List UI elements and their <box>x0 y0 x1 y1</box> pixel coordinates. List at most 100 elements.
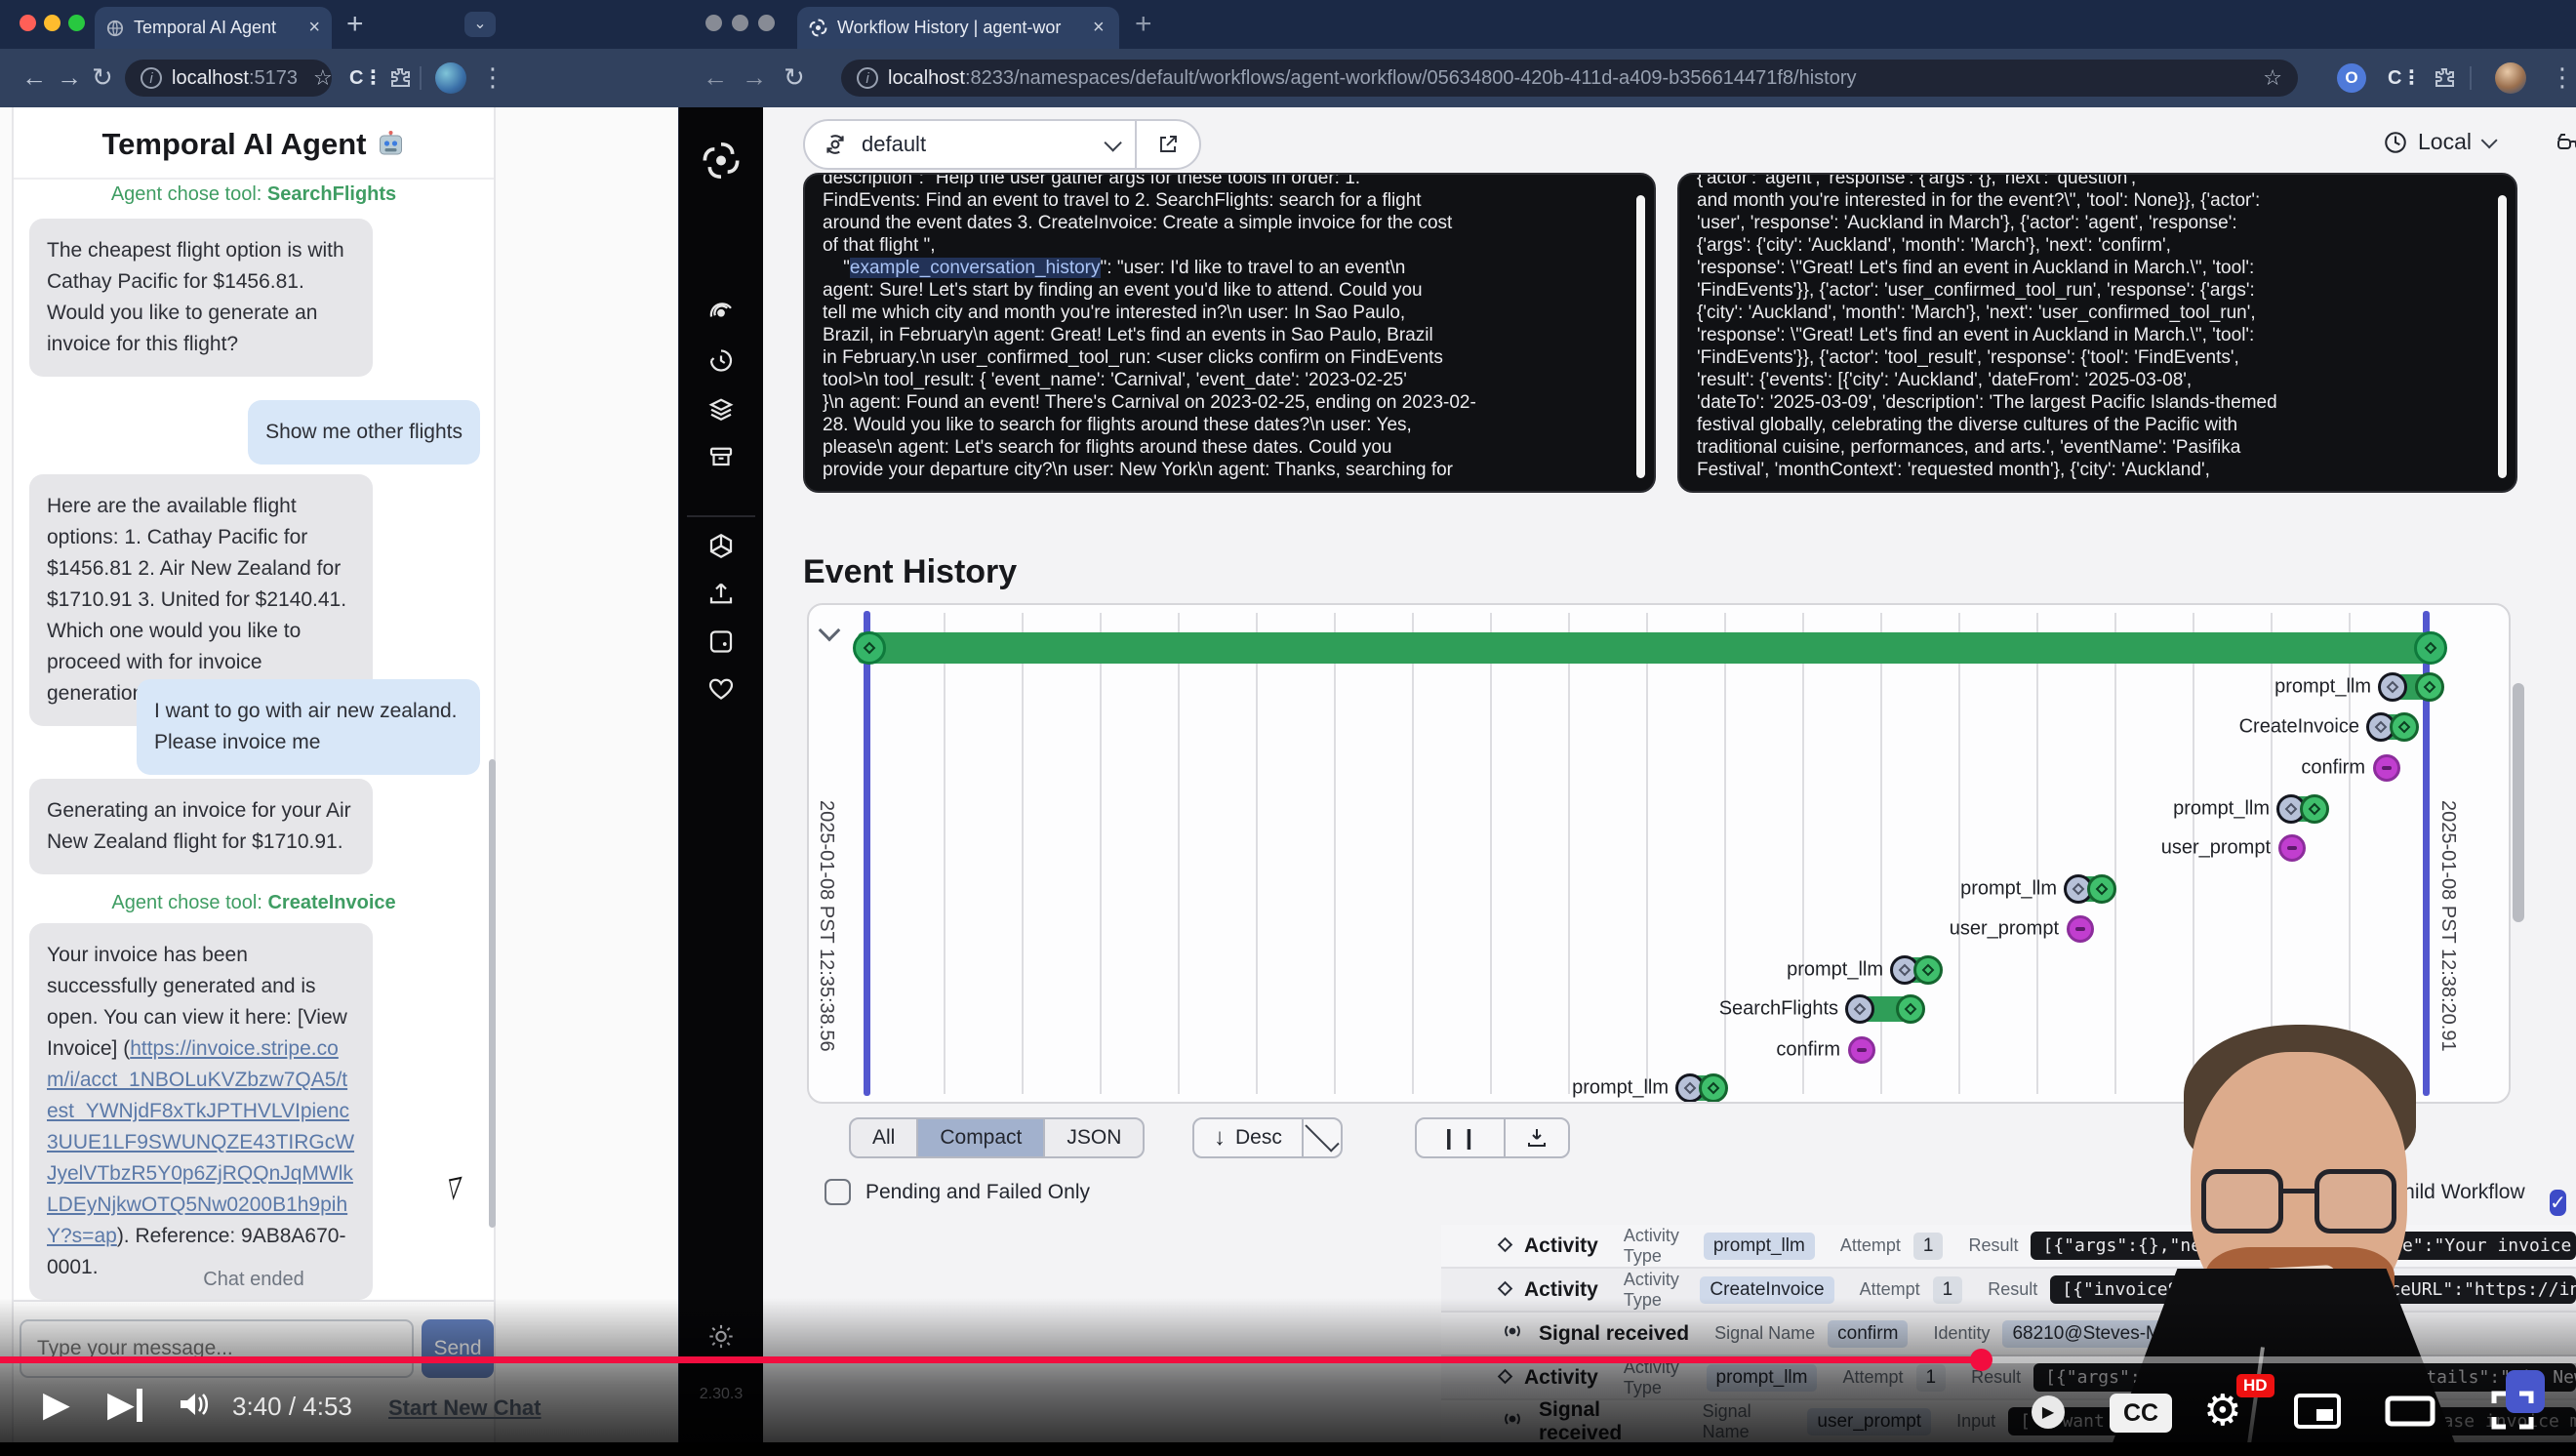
menu-kebab-icon[interactable]: ⋮ <box>480 64 505 90</box>
bookmark-star-icon[interactable]: ☆ <box>2263 65 2282 91</box>
tab-search-chevron[interactable]: ⌄ <box>464 12 496 37</box>
new-tab-button[interactable]: + <box>1135 10 1152 39</box>
new-tab-button[interactable]: + <box>346 10 364 39</box>
address-box[interactable]: i localhost:5173 ☆ <box>125 60 332 97</box>
view-mode-json[interactable]: JSON <box>1045 1119 1143 1156</box>
timeline-activity-completed-icon[interactable] <box>1699 1073 1728 1103</box>
timeline-activity-completed-icon[interactable] <box>2300 794 2329 824</box>
temporal-logo-icon[interactable] <box>702 142 741 185</box>
start-new-chat-link[interactable]: Start New Chat <box>388 1395 541 1421</box>
menu-kebab-icon[interactable]: ⋮ <box>2550 64 2575 90</box>
tab-temporal-ai-agent[interactable]: Temporal AI Agent × <box>95 7 332 49</box>
workflow-duration-bar[interactable] <box>858 632 2438 664</box>
pending-failed-checkbox[interactable] <box>825 1179 851 1205</box>
minimize-window-button[interactable] <box>44 15 60 31</box>
next-video-icon[interactable]: ▶ <box>107 1384 142 1425</box>
play-icon[interactable]: ▶ <box>43 1384 70 1425</box>
nav-workflows-icon[interactable] <box>706 298 736 332</box>
timeline-activity-completed-icon[interactable] <box>2390 712 2419 742</box>
timeline-event-label[interactable]: prompt_llm <box>1787 959 1883 982</box>
extension-c-icon[interactable]: C⋮ <box>2388 65 2421 90</box>
timeline-event-label[interactable]: user_prompt <box>1950 918 2059 941</box>
nav-stack-icon[interactable] <box>706 394 736 428</box>
timeline-signal-icon[interactable] <box>2067 915 2094 943</box>
volume-icon[interactable] <box>178 1388 213 1426</box>
checkbox-checked[interactable]: ✓ <box>2550 1190 2566 1216</box>
profile-avatar[interactable] <box>2495 62 2526 94</box>
collapse-chevron-icon[interactable] <box>819 620 841 642</box>
timeline-event-label[interactable]: prompt_llm <box>1960 878 2057 901</box>
chat-message-list[interactable]: Agent chose tool: SearchFlightsThe cheap… <box>14 180 494 1302</box>
nav-archive-icon[interactable] <box>706 443 736 477</box>
zoom-window-button-inactive[interactable] <box>758 15 775 31</box>
close-window-button-inactive[interactable] <box>705 15 722 31</box>
timezone-select[interactable]: Local <box>2383 129 2493 155</box>
site-info-icon[interactable]: i <box>141 67 162 89</box>
timeline-activity-scheduled-icon[interactable] <box>2378 672 2407 702</box>
timeline-activity-completed-icon[interactable] <box>1913 955 1943 985</box>
fullscreen-icon[interactable] <box>2490 1390 2535 1436</box>
site-info-icon[interactable]: i <box>857 67 878 89</box>
invoice-link[interactable]: https://invoice.stripe.com/i/acct_1NBOLu… <box>47 1037 354 1247</box>
profile-avatar[interactable] <box>435 62 466 94</box>
timeline-activity-scheduled-icon[interactable] <box>1845 994 1874 1024</box>
minimize-window-button-inactive[interactable] <box>732 15 748 31</box>
nav-docs-icon[interactable] <box>706 627 736 662</box>
timeline-signal-icon[interactable] <box>2278 834 2306 862</box>
labs-glasses-icon[interactable] <box>2556 129 2576 163</box>
captions-button[interactable]: CC <box>2110 1394 2172 1433</box>
open-namespace-button[interactable] <box>1137 133 1199 156</box>
tab-workflow-history[interactable]: Workflow History | agent-wor × <box>797 7 1119 49</box>
close-tab-icon[interactable]: × <box>308 17 320 39</box>
reload-icon[interactable]: ↻ <box>92 64 113 90</box>
namespace-select[interactable]: default <box>803 119 1201 170</box>
timeline-event-label[interactable]: user_prompt <box>2161 837 2271 860</box>
page-scrollbar[interactable] <box>2513 683 2524 922</box>
filter-local-activity[interactable]: ✓Local Activity <box>2550 1179 2576 1226</box>
timeline-event-label[interactable]: prompt_llm <box>2274 676 2371 699</box>
back-icon[interactable]: ← <box>21 64 47 90</box>
view-mode-all[interactable]: All <box>851 1119 918 1156</box>
pending-failed-filter[interactable]: Pending and Failed Only <box>825 1179 1090 1205</box>
nav-schedules-icon[interactable] <box>706 346 736 381</box>
chat-scrollbar[interactable] <box>489 759 496 1228</box>
address-box[interactable]: i localhost:8233/namespaces/default/work… <box>841 60 2298 97</box>
timeline-signal-icon[interactable] <box>1848 1036 1875 1064</box>
timeline-activity-completed-icon[interactable] <box>2415 672 2444 702</box>
timeline-event-label[interactable]: prompt_llm <box>1572 1077 1669 1100</box>
timeline-event-label[interactable]: prompt_llm <box>2173 798 2270 821</box>
timeline-event-label[interactable]: CreateInvoice <box>2239 716 2359 739</box>
view-mode-compact[interactable]: Compact <box>918 1119 1045 1156</box>
view-mode-segmented-control[interactable]: All Compact JSON <box>849 1117 1145 1158</box>
timeline-activity-completed-icon[interactable] <box>2087 874 2116 904</box>
forward-icon[interactable]: → <box>57 64 82 90</box>
code-right-scrollbar[interactable] <box>2498 195 2507 478</box>
extension-blocker-icon[interactable]: O <box>2337 63 2366 93</box>
close-tab-icon[interactable]: × <box>1093 17 1105 39</box>
workflow-start-marker[interactable] <box>853 631 886 665</box>
extension-c-icon[interactable]: C⋮ <box>349 65 382 90</box>
workflow-end-marker[interactable] <box>2414 631 2447 665</box>
timeline-activity-completed-icon[interactable] <box>1896 994 1925 1024</box>
bookmark-star-icon[interactable]: ☆ <box>313 65 333 91</box>
pause-icon[interactable]: ❙❙ <box>1417 1126 1504 1151</box>
nav-namespaces-icon[interactable] <box>706 532 736 566</box>
back-icon[interactable]: ← <box>703 64 728 90</box>
timeline-event-label[interactable]: confirm <box>2301 757 2365 780</box>
nav-feedback-heart-icon[interactable] <box>706 674 736 708</box>
autoplay-toggle-icon[interactable]: ▶ <box>2032 1395 2065 1429</box>
timeline-event-label[interactable]: confirm <box>1776 1039 1840 1062</box>
workflow-input-json[interactable]: description": "Help the user gather args… <box>803 173 1656 493</box>
progress-bar-remaining[interactable] <box>1981 1356 2576 1363</box>
reload-icon[interactable]: ↻ <box>784 64 805 90</box>
extensions-puzzle-icon[interactable] <box>2433 66 2456 95</box>
close-window-button[interactable] <box>20 15 36 31</box>
forward-icon[interactable]: → <box>742 64 767 90</box>
zoom-window-button[interactable] <box>68 15 85 31</box>
workflow-result-json[interactable]: {'actor': 'agent', 'response': {'args': … <box>1677 173 2517 493</box>
sort-order-button[interactable]: ↓ Desc <box>1192 1117 1343 1158</box>
progress-bar-played[interactable] <box>0 1356 1981 1363</box>
extensions-puzzle-icon[interactable] <box>388 66 412 95</box>
timeline-event-label[interactable]: SearchFlights <box>1719 998 1838 1021</box>
download-icon[interactable] <box>1506 1126 1568 1150</box>
